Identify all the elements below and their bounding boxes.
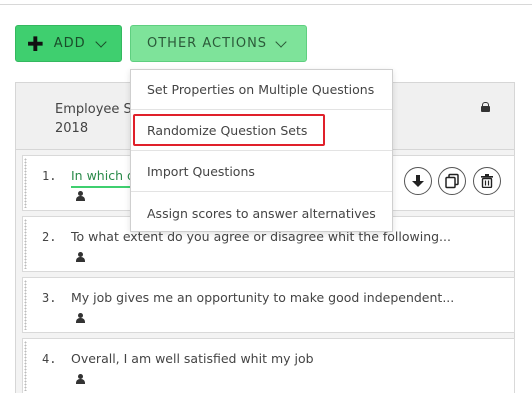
question-text: In which d [71,168,135,183]
user-icon [76,313,85,323]
other-actions-menu: Set Properties on Multiple Questions Ran… [130,69,393,232]
question-row[interactable]: 3. My job gives me an opportunity to mak… [22,277,515,333]
top-divider [0,4,532,5]
question-text: Overall, I am well satisfied whit my job [71,351,314,366]
drag-handle[interactable] [24,341,27,391]
copy-button[interactable] [438,167,466,195]
chevron-down-icon [275,35,287,48]
menu-item-assign-scores[interactable]: Assign scores to answer alternatives [131,193,392,233]
delete-button[interactable] [473,167,501,195]
highlight-annotation [133,114,325,146]
trash-icon [481,174,493,188]
other-actions-label: OTHER ACTIONS [147,36,268,51]
add-button[interactable]: ✚ ADD [15,25,122,62]
question-text: My job gives me an opportunity to make g… [71,290,455,305]
drag-handle[interactable] [24,219,27,269]
question-number: 3. [42,291,57,305]
lock-icon [481,102,490,112]
survey-title-line2: 2018 [55,121,89,136]
question-number: 1. [42,169,57,183]
survey-title-line1: Employee S [55,102,132,117]
copy-icon [445,173,459,189]
user-icon [76,191,85,201]
menu-item-set-properties[interactable]: Set Properties on Multiple Questions [131,70,392,110]
question-number: 2. [42,230,57,244]
question-number: 4. [42,352,57,366]
chevron-down-icon [95,35,107,48]
plus-icon: ✚ [27,31,45,56]
question-row[interactable]: 4. Overall, I am well satisfied whit my … [22,338,515,393]
user-icon [76,252,85,262]
drag-handle[interactable] [24,158,27,208]
menu-item-import-questions[interactable]: Import Questions [131,152,392,192]
other-actions-button[interactable]: OTHER ACTIONS [130,25,307,62]
drag-handle[interactable] [24,280,27,330]
question-active-underline [71,186,131,188]
add-button-label: ADD [53,36,86,51]
download-icon [412,175,424,187]
user-icon [76,374,85,384]
download-button[interactable] [404,167,432,195]
